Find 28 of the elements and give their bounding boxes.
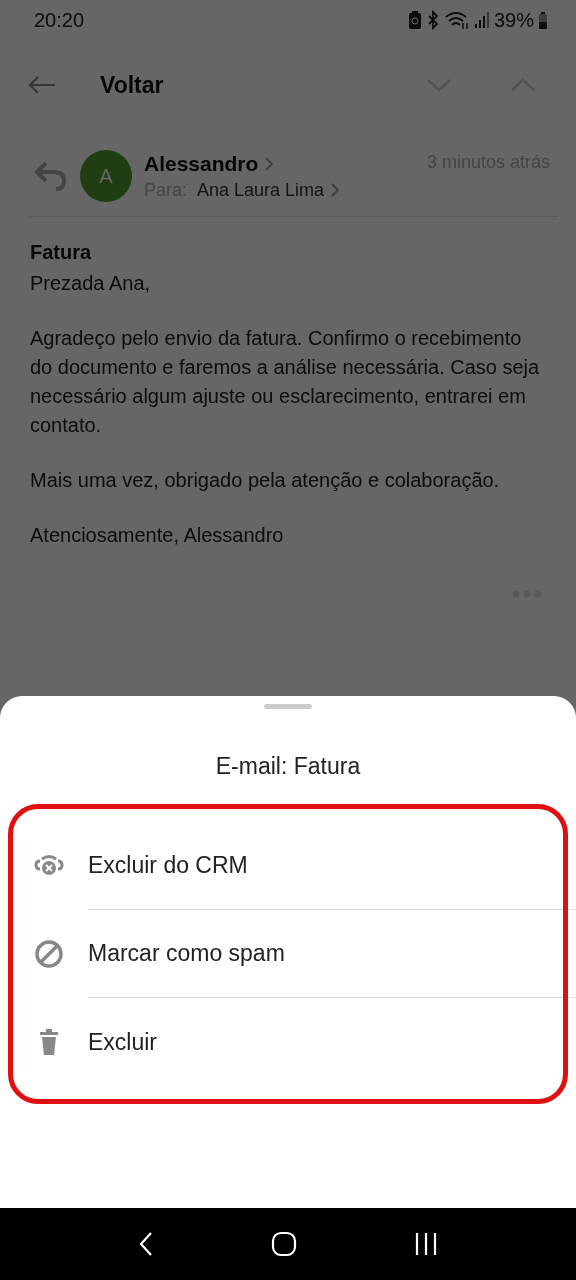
avatar: A (80, 150, 132, 202)
email-paragraph: Mais uma vez, obrigado pela atenção e colaboração. (30, 468, 501, 493)
email-paragraph: Agradeço pelo envio da fatura. Confirmo o recebimento do documento e faremos a análise necessária. Caso seja necessário algum ajuste ou esclarecimento, entrarei em contato. (30, 326, 541, 438)
header-title: Voltar (100, 71, 164, 99)
status-time: 20:20 (34, 8, 85, 32)
recent-apps-icon[interactable] (413, 1232, 438, 1256)
signal-icon (473, 10, 490, 30)
block-icon (34, 939, 64, 969)
menu-item[interactable]: Marcar como spam (0, 910, 576, 998)
email-subject: Fatura (30, 241, 93, 264)
sender-name[interactable]: Alessandro (144, 151, 259, 176)
home-icon[interactable] (271, 1231, 297, 1257)
email-paragraph: Prezada Ana, (30, 271, 152, 296)
wifi-icon (443, 10, 470, 30)
chevron-right-icon (264, 155, 275, 172)
battery-percent: 39% (493, 8, 534, 32)
back-icon[interactable] (138, 1231, 155, 1257)
drag-handle[interactable] (264, 704, 312, 709)
back-arrow-icon[interactable] (28, 75, 56, 95)
chevron-right-icon (330, 182, 341, 198)
bluetooth-icon (425, 10, 440, 30)
menu-item[interactable]: Excluir (0, 998, 576, 1086)
email-paragraph: Atenciosamente, Alessandro (30, 523, 285, 548)
reply-icon[interactable] (34, 160, 68, 192)
menu-item[interactable]: Excluir do CRM (0, 822, 576, 910)
battery-icon (538, 10, 548, 30)
sheet-title: E-mail: Fatura (215, 753, 361, 780)
battery-saver-icon (407, 10, 422, 30)
